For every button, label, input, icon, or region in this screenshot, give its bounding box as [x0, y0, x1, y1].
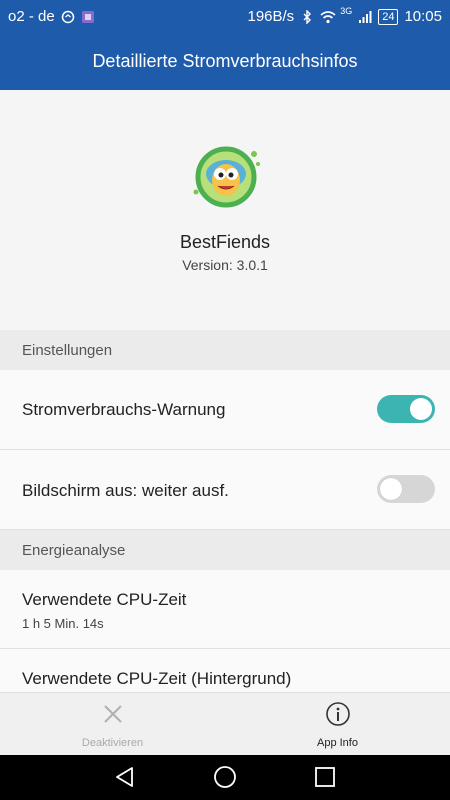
setting-label: Stromverbrauchs-Warnung — [22, 400, 226, 419]
power-warning-toggle[interactable] — [377, 395, 435, 423]
signal-icon — [358, 10, 372, 24]
app-logo-icon — [186, 142, 266, 212]
wifi-icon — [320, 10, 336, 24]
deactivate-button[interactable]: Deaktivieren — [0, 693, 225, 756]
section-header-label: Einstellungen — [22, 342, 113, 359]
analysis-value: 1 h 5 Min. 14s — [22, 616, 104, 631]
analysis-label: Verwendete CPU-Zeit (Hintergrund) — [22, 669, 292, 688]
bluetooth-icon — [300, 8, 314, 25]
battery-indicator: 24 — [378, 8, 399, 25]
notification-icon — [61, 10, 75, 24]
toggle-knob — [410, 398, 432, 420]
close-icon — [100, 701, 126, 727]
app-info-label: App Info — [317, 737, 358, 749]
info-icon — [325, 701, 351, 727]
clock: 10:05 — [404, 8, 442, 25]
deactivate-label: Deaktivieren — [81, 737, 144, 749]
network-type: 3G — [340, 5, 353, 16]
setting-row-power-warning[interactable]: Stromverbrauchs-Warnung — [0, 370, 450, 450]
app-name: BestFiends — [179, 232, 271, 252]
setting-label: Bildschirm aus: weiter ausf. — [22, 481, 229, 500]
section-header-label: Energieanalyse — [22, 542, 126, 559]
bottom-action-bar: Deaktivieren App Info — [0, 692, 450, 756]
carrier-label: o2 - de — [8, 8, 55, 25]
toggle-knob — [380, 478, 402, 500]
app-bar: Detaillierte Stromverbrauchsinfos — [0, 34, 450, 90]
app-notification-icon — [81, 10, 95, 24]
screen-off-toggle[interactable] — [377, 475, 435, 503]
analysis-label: Verwendete CPU-Zeit — [22, 590, 187, 609]
home-icon[interactable] — [212, 764, 238, 790]
status-bar: o2 - de 196B/s 3G 24 10:05 — [0, 0, 450, 34]
setting-row-screen-off[interactable]: Bildschirm aus: weiter ausf. — [0, 450, 450, 530]
data-rate: 196B/s — [247, 8, 295, 25]
system-nav-bar — [0, 755, 450, 800]
app-version: Version: 3.0.1 — [182, 257, 268, 273]
back-icon[interactable] — [112, 764, 138, 790]
analysis-row-cpu-time: Verwendete CPU-Zeit 1 h 5 Min. 14s — [0, 570, 450, 649]
page-title: Detaillierte Stromverbrauchsinfos — [92, 51, 358, 71]
status-right: 196B/s 3G 24 10:05 — [247, 5, 442, 26]
recents-icon[interactable] — [312, 764, 338, 790]
status-left: o2 - de — [8, 8, 95, 25]
app-info-button[interactable]: App Info — [225, 693, 450, 756]
section-header-settings: Einstellungen — [0, 330, 450, 370]
app-info-header: BestFiends Version: 3.0.1 — [0, 90, 450, 330]
section-header-analysis: Energieanalyse — [0, 530, 450, 570]
